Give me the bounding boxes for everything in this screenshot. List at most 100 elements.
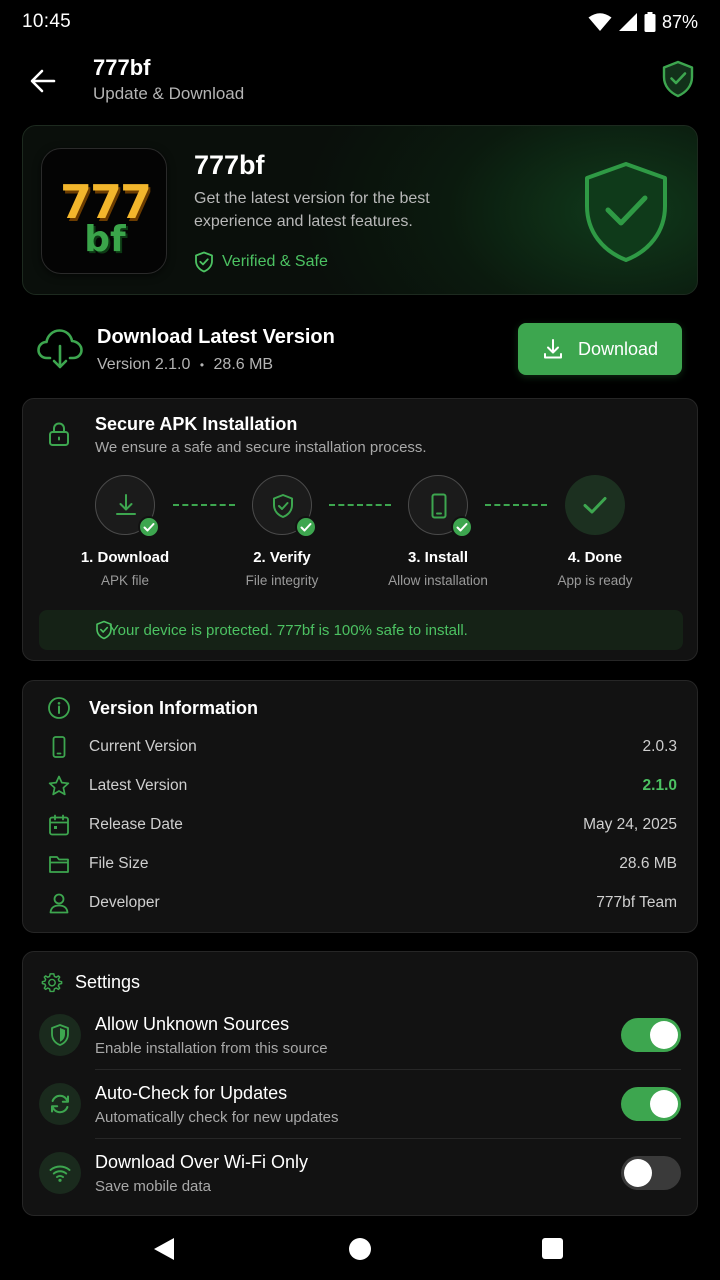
setting-subtitle: Automatically check for new updates (95, 1109, 339, 1126)
info-icon (48, 697, 70, 719)
meta-separator: • (199, 358, 205, 372)
settings-card: Settings Allow Unknown Sources Enable in… (22, 951, 698, 1216)
download-button-label: Download (577, 338, 659, 359)
step-complete-badge (451, 516, 473, 538)
system-nav-bar (0, 1220, 720, 1280)
version-row-current: Current Version 2.0.3 (23, 734, 699, 760)
toggle-knob (650, 1021, 678, 1049)
cloud-download-icon (37, 329, 83, 369)
large-shield-check-icon (585, 162, 667, 262)
download-title: Download Latest Version (97, 326, 335, 348)
version-row-value: 2.0.3 (642, 738, 677, 755)
app-logo: 777 bf (41, 148, 167, 274)
wifi-status-icon (588, 13, 612, 31)
nav-recents-icon[interactable] (542, 1238, 563, 1259)
setting-auto-check-updates: Auto-Check for Updates Automatically che… (23, 1073, 699, 1139)
settings-title: Settings (75, 972, 141, 992)
wifi-only-toggle[interactable] (621, 1156, 681, 1190)
check-icon (300, 523, 312, 532)
setting-title: Download Over Wi-Fi Only (95, 1152, 309, 1172)
step-done: 4. Done App is ready (517, 475, 673, 588)
back-button[interactable] (26, 64, 60, 98)
arrow-left-icon (30, 69, 56, 93)
version-row-value: 2.1.0 (642, 777, 677, 794)
step-circle (565, 475, 625, 535)
version-information-card: Version Information Current Version 2.0.… (22, 680, 698, 933)
phone-icon (431, 493, 447, 519)
status-icons: 87% (588, 12, 698, 33)
wifi-icon (49, 1165, 71, 1182)
check-icon (583, 497, 607, 514)
status-time: 10:45 (22, 11, 72, 32)
setting-allow-unknown-sources: Allow Unknown Sources Enable installatio… (23, 1004, 699, 1070)
step-complete-badge (295, 516, 317, 538)
version-row-latest: Latest Version 2.1.0 (23, 773, 699, 799)
divider (95, 1138, 681, 1139)
app-description: Get the latest version for the best expe… (194, 190, 430, 230)
secure-title: Secure APK Installation (95, 414, 298, 434)
step-install: 3. Install Allow installation (360, 475, 516, 588)
download-button[interactable]: Download (518, 323, 682, 375)
version-row-file-size: File Size 28.6 MB (23, 851, 699, 877)
battery-percent: 87% (661, 11, 698, 32)
setting-subtitle: Save mobile data (95, 1178, 211, 1195)
protection-banner: Your device is protected. 777bf is 100% … (39, 610, 683, 650)
version-row-developer: Developer 777bf Team (23, 890, 699, 916)
download-size: 28.6 MB (213, 356, 274, 373)
nav-back-icon[interactable] (153, 1237, 175, 1261)
setting-title: Allow Unknown Sources (95, 1014, 290, 1034)
signal-icon (618, 13, 637, 31)
protection-message: Your device is protected. 777bf is 100% … (109, 621, 468, 639)
app-name: 777bf (194, 150, 265, 180)
download-section: Download Latest Version Version 2.1.0 • … (22, 318, 698, 380)
step-circle (95, 475, 160, 538)
version-row-value: May 24, 2025 (583, 816, 677, 833)
battery-icon (644, 12, 656, 32)
setting-wifi-only: Download Over Wi-Fi Only Save mobile dat… (23, 1142, 699, 1204)
app-hero-card: 777 bf 777bf Get the latest version for … (22, 125, 698, 295)
shield-check-icon (195, 251, 213, 273)
folder-icon (49, 856, 69, 873)
shield-check-icon (662, 60, 694, 98)
version-row-label: Release Date (89, 816, 183, 833)
toggle-knob (650, 1090, 678, 1118)
divider (95, 1069, 681, 1070)
step-circle (252, 475, 317, 538)
setting-subtitle: Enable installation from this source (95, 1040, 328, 1057)
download-meta: Version 2.1.0 • 28.6 MB (97, 356, 273, 374)
shield-check-icon (273, 494, 293, 518)
setting-icon-box (39, 1014, 81, 1056)
allow-unknown-sources-toggle[interactable] (621, 1018, 681, 1052)
step-verify: 2. Verify File integrity (204, 475, 360, 588)
download-version: Version 2.1.0 (97, 356, 191, 373)
nav-home-icon[interactable] (349, 1238, 371, 1260)
shield-check-icon (96, 620, 112, 640)
version-row-label: Latest Version (89, 777, 188, 794)
gear-icon (41, 973, 63, 993)
step-complete-badge (138, 516, 160, 538)
version-row-label: Current Version (89, 738, 197, 755)
step-label: 3. Install (407, 549, 469, 566)
step-circle (408, 475, 473, 538)
verified-label: Verified & Safe (222, 253, 328, 270)
app-header: 777bf Update & Download (0, 52, 720, 112)
auto-check-updates-toggle[interactable] (621, 1087, 681, 1121)
step-sublabel: App is ready (557, 573, 633, 588)
status-bar: 10:45 87% (0, 0, 720, 44)
calendar-icon (49, 814, 69, 836)
user-icon (49, 893, 69, 914)
secure-subtitle: We ensure a safe and secure installation… (95, 439, 427, 456)
version-row-value: 777bf Team (596, 894, 677, 911)
version-row-label: File Size (89, 855, 149, 872)
phone-icon (52, 736, 66, 758)
download-icon (116, 494, 136, 515)
check-icon (143, 523, 155, 532)
security-shield-button[interactable] (660, 60, 696, 98)
version-row-label: Developer (89, 894, 160, 911)
check-icon (456, 523, 468, 532)
toggle-knob (624, 1159, 652, 1187)
page-subtitle: Update & Download (93, 84, 245, 103)
logo-text-bf: bf (84, 219, 126, 260)
setting-icon-box (39, 1083, 81, 1125)
version-row-release-date: Release Date May 24, 2025 (23, 812, 699, 838)
